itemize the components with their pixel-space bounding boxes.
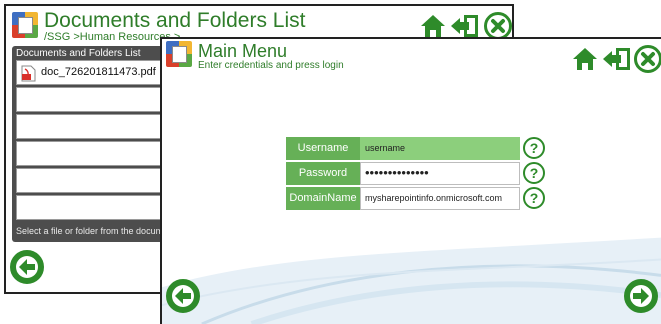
list-item-label: doc_726201811473.pdf [41, 66, 156, 78]
exit-icon[interactable] [450, 14, 480, 38]
back-button[interactable] [10, 250, 44, 284]
password-help-icon[interactable]: ? [523, 162, 545, 184]
exit-icon[interactable] [602, 47, 632, 71]
page-title: Main Menu [198, 41, 288, 61]
list-item[interactable] [16, 114, 168, 139]
domain-help-icon[interactable]: ? [523, 187, 545, 209]
documents-window-title: Documents and Folders List [44, 9, 306, 32]
login-window: Main Menu Enter credentials and press lo… [160, 37, 661, 324]
list-item[interactable] [16, 141, 168, 166]
username-row: Username username [286, 137, 520, 160]
home-icon[interactable] [572, 47, 598, 71]
documents-list-header: Documents and Folders List [16, 48, 141, 59]
home-icon[interactable] [420, 14, 446, 38]
password-row: Password •••••••••••••• [286, 162, 520, 185]
username-help-icon[interactable]: ? [523, 137, 545, 159]
app-logo-icon [12, 12, 38, 38]
password-field[interactable]: •••••••••••••• [360, 162, 520, 185]
close-icon[interactable] [634, 45, 661, 73]
documents-list-panel: Documents and Folders List doc_726201811… [12, 46, 172, 242]
back-button[interactable] [166, 279, 200, 313]
domain-row: DomainName mysharepointinfo.onmicrosoft.… [286, 187, 520, 210]
back-arrow-icon [16, 256, 38, 278]
back-arrow-icon [172, 285, 194, 307]
page-subtitle: Enter credentials and press login [198, 60, 344, 71]
list-item[interactable]: doc_726201811473.pdf [16, 60, 168, 85]
password-label: Password [286, 162, 360, 185]
list-item[interactable] [16, 195, 168, 220]
app-logo-icon [166, 41, 192, 67]
username-field[interactable]: username [360, 137, 520, 160]
list-item[interactable] [16, 168, 168, 193]
next-arrow-icon [630, 285, 652, 307]
domain-label: DomainName [286, 187, 360, 210]
domain-field[interactable]: mysharepointinfo.onmicrosoft.com [360, 187, 520, 210]
username-label: Username [286, 137, 360, 160]
list-item[interactable] [16, 87, 168, 112]
close-icon[interactable] [484, 12, 512, 40]
pdf-icon [21, 65, 36, 82]
next-button[interactable] [624, 279, 658, 313]
documents-list-footer: Select a file or folder from the docum [16, 226, 164, 236]
